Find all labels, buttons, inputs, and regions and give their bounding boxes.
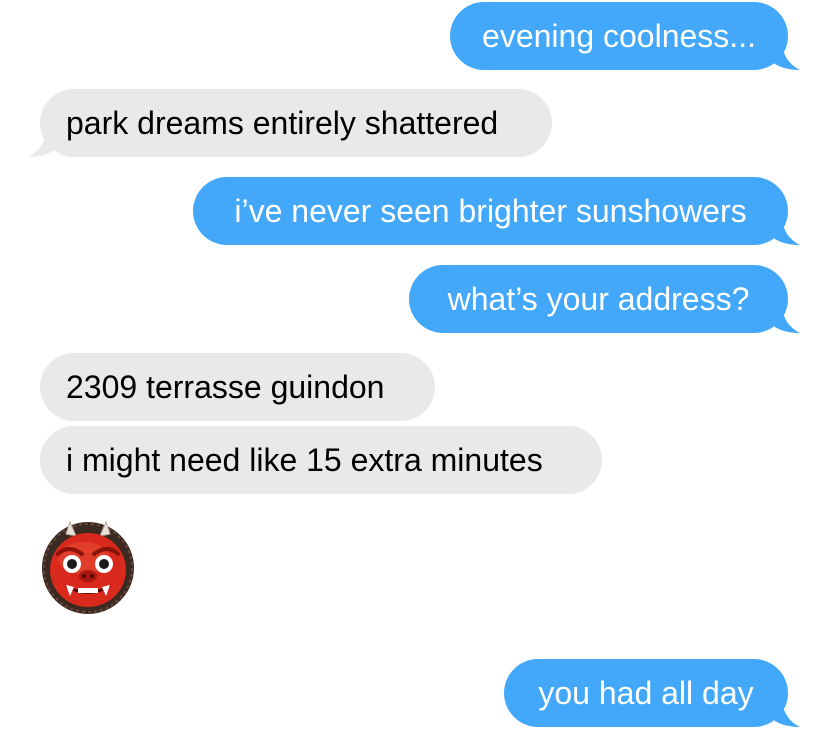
message-text: what’s your address? <box>447 281 750 317</box>
bubble-tail-icon <box>770 44 800 70</box>
ogre-face-emoji-icon[interactable] <box>40 518 136 614</box>
bubble-tail-icon <box>770 307 800 333</box>
message-text: evening coolness... <box>482 18 756 54</box>
bubble-tail-icon <box>770 701 800 727</box>
message-bubble-received[interactable]: 2309 terrasse guindon <box>40 353 435 421</box>
message-bubble-received[interactable]: i might need like 15 extra minutes <box>40 426 602 494</box>
message-bubble-sent[interactable]: evening coolness... <box>450 2 800 70</box>
message-text: you had all day <box>538 675 754 711</box>
message-bubble-sent[interactable]: i’ve never seen brighter sunshowers <box>193 177 800 245</box>
message-bubble-sent[interactable]: you had all day <box>504 659 800 727</box>
bubble-tail-icon <box>770 219 800 245</box>
message-text: park dreams entirely shattered <box>66 105 499 141</box>
message-bubble-sent[interactable]: what’s your address? <box>409 265 800 333</box>
message-text: i’ve never seen brighter sunshowers <box>234 193 747 229</box>
bubble-tail-icon <box>28 131 58 157</box>
message-text: 2309 terrasse guindon <box>66 369 385 405</box>
message-text: i might need like 15 extra minutes <box>66 442 543 478</box>
message-bubble-received[interactable]: park dreams entirely shattered <box>28 89 552 157</box>
